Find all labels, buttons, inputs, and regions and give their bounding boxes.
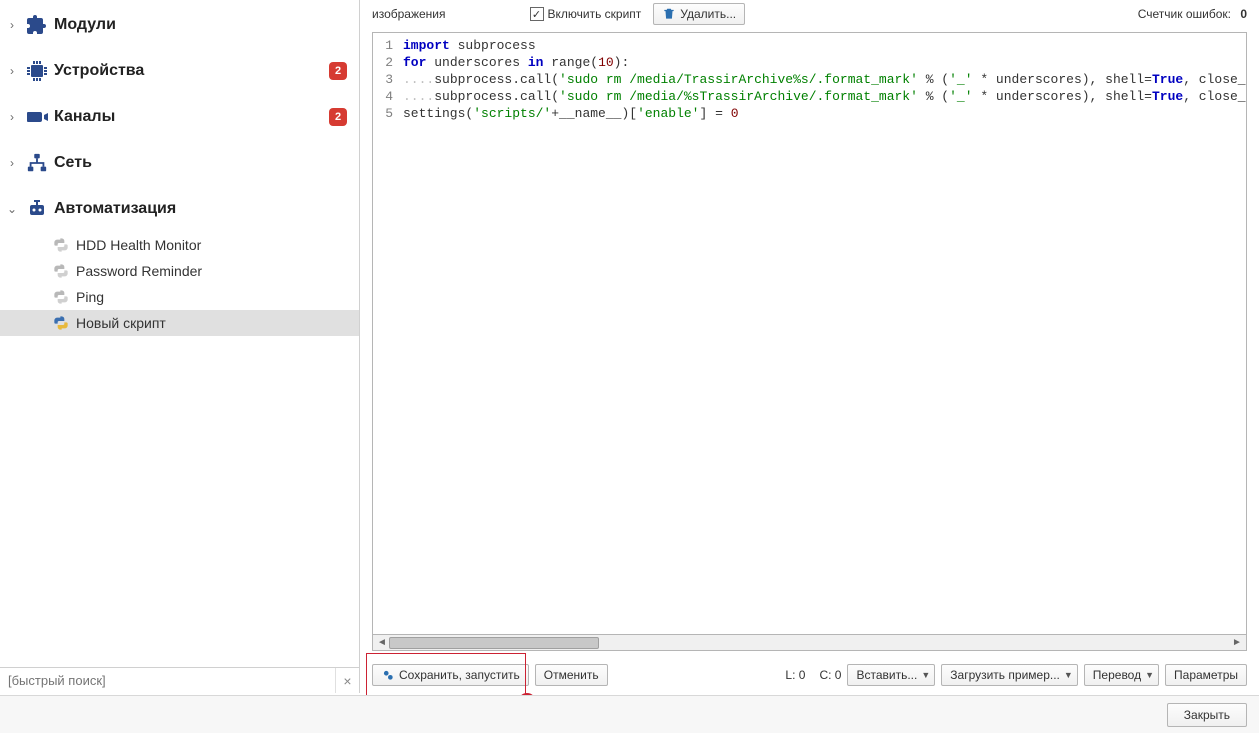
- puzzle-icon: [20, 13, 54, 37]
- clear-search-icon[interactable]: ×: [335, 668, 359, 693]
- sidebar-item-label: Каналы: [54, 108, 329, 126]
- cancel-label: Отменить: [544, 668, 599, 682]
- error-counter-value: 0: [1240, 7, 1247, 21]
- script-item-label: Ping: [76, 289, 104, 305]
- load-example-combo[interactable]: Загрузить пример... ▼: [941, 664, 1078, 686]
- sidebar-item-channels[interactable]: › Каналы 2: [0, 94, 359, 140]
- close-label: Закрыть: [1184, 708, 1230, 722]
- chevron-down-icon: ▼: [1064, 670, 1073, 680]
- cursor-position: L: 0 C: 0: [785, 668, 841, 682]
- script-item-label: HDD Health Monitor: [76, 237, 201, 253]
- quick-search: ×: [0, 667, 359, 693]
- load-example-label: Загрузить пример...: [950, 668, 1060, 682]
- checkbox-icon: ✓: [530, 7, 544, 21]
- chevron-right-icon: ›: [4, 18, 20, 32]
- script-item-ping[interactable]: Ping: [0, 284, 359, 310]
- params-button[interactable]: Параметры: [1165, 664, 1247, 686]
- bottom-toolbar: 1 Сохранить, запустить Отменить L: 0 C: …: [372, 657, 1247, 693]
- error-counter: Счетчик ошибок: 0: [1138, 7, 1247, 21]
- delete-button[interactable]: Удалить...: [653, 3, 745, 25]
- gears-icon: [381, 668, 395, 682]
- translate-label: Перевод: [1093, 668, 1141, 682]
- code-content: import subprocessfor underscores in rang…: [373, 33, 1246, 122]
- save-run-button[interactable]: Сохранить, запустить: [372, 664, 529, 686]
- network-icon: [20, 152, 54, 174]
- top-toolbar: изображения ✓ Включить скрипт Удалить...…: [372, 0, 1247, 28]
- chevron-down-icon: ▼: [1145, 670, 1154, 680]
- robot-icon: [20, 197, 54, 221]
- sidebar-item-label: Сеть: [54, 154, 347, 172]
- sidebar-item-label: Автоматизация: [54, 200, 347, 218]
- image-label: изображения: [372, 7, 446, 21]
- search-input[interactable]: [0, 669, 335, 693]
- scroll-track[interactable]: [389, 637, 1230, 649]
- horizontal-scrollbar[interactable]: ◄ ►: [372, 635, 1247, 651]
- sidebar-item-label: Модули: [54, 16, 347, 34]
- script-item-new[interactable]: Новый скрипт: [0, 310, 359, 336]
- sidebar-item-network[interactable]: › Сеть: [0, 140, 359, 186]
- scroll-left-icon[interactable]: ◄: [375, 636, 389, 650]
- sidebar-item-modules[interactable]: › Модули: [0, 2, 359, 48]
- enable-script-label: Включить скрипт: [548, 7, 642, 21]
- script-item-label: Новый скрипт: [76, 315, 166, 331]
- script-item-password[interactable]: Password Reminder: [0, 258, 359, 284]
- params-label: Параметры: [1174, 668, 1238, 682]
- insert-combo[interactable]: Вставить... ▼: [847, 664, 935, 686]
- camera-icon: [20, 105, 54, 129]
- script-item-label: Password Reminder: [76, 263, 202, 279]
- nav-tree: › Модули › Устройства 2 › Каналы: [0, 0, 359, 667]
- footer-bar: Закрыть: [0, 695, 1259, 733]
- python-icon: [52, 238, 70, 252]
- python-icon: [52, 290, 70, 304]
- python-icon: [52, 264, 70, 278]
- save-run-label: Сохранить, запустить: [399, 668, 520, 682]
- sidebar: › Модули › Устройства 2 › Каналы: [0, 0, 360, 693]
- scroll-thumb[interactable]: [389, 637, 599, 649]
- badge-count: 2: [329, 62, 347, 80]
- chip-icon: [20, 59, 54, 83]
- sidebar-item-label: Устройства: [54, 62, 329, 80]
- line-gutter: 12345: [373, 33, 397, 122]
- translate-combo[interactable]: Перевод ▼: [1084, 664, 1159, 686]
- main-panel: изображения ✓ Включить скрипт Удалить...…: [360, 0, 1259, 693]
- sidebar-item-devices[interactable]: › Устройства 2: [0, 48, 359, 94]
- python-icon: [52, 316, 70, 330]
- chevron-right-icon: ›: [4, 64, 20, 78]
- chevron-down-icon: ⌄: [4, 202, 20, 216]
- badge-count: 2: [329, 108, 347, 126]
- trash-icon: [662, 7, 676, 21]
- chevron-down-icon: ▼: [921, 670, 930, 680]
- code-editor[interactable]: 12345 import subprocessfor underscores i…: [372, 32, 1247, 635]
- cancel-button[interactable]: Отменить: [535, 664, 608, 686]
- sidebar-item-automation[interactable]: ⌄ Автоматизация: [0, 186, 359, 232]
- chevron-right-icon: ›: [4, 156, 20, 170]
- script-item-hdd[interactable]: HDD Health Monitor: [0, 232, 359, 258]
- chevron-right-icon: ›: [4, 110, 20, 124]
- enable-script-checkbox[interactable]: ✓ Включить скрипт: [530, 7, 642, 21]
- insert-combo-label: Вставить...: [856, 668, 917, 682]
- error-counter-label: Счетчик ошибок:: [1138, 7, 1231, 21]
- delete-button-label: Удалить...: [680, 7, 736, 21]
- scroll-right-icon[interactable]: ►: [1230, 636, 1244, 650]
- close-button[interactable]: Закрыть: [1167, 703, 1247, 727]
